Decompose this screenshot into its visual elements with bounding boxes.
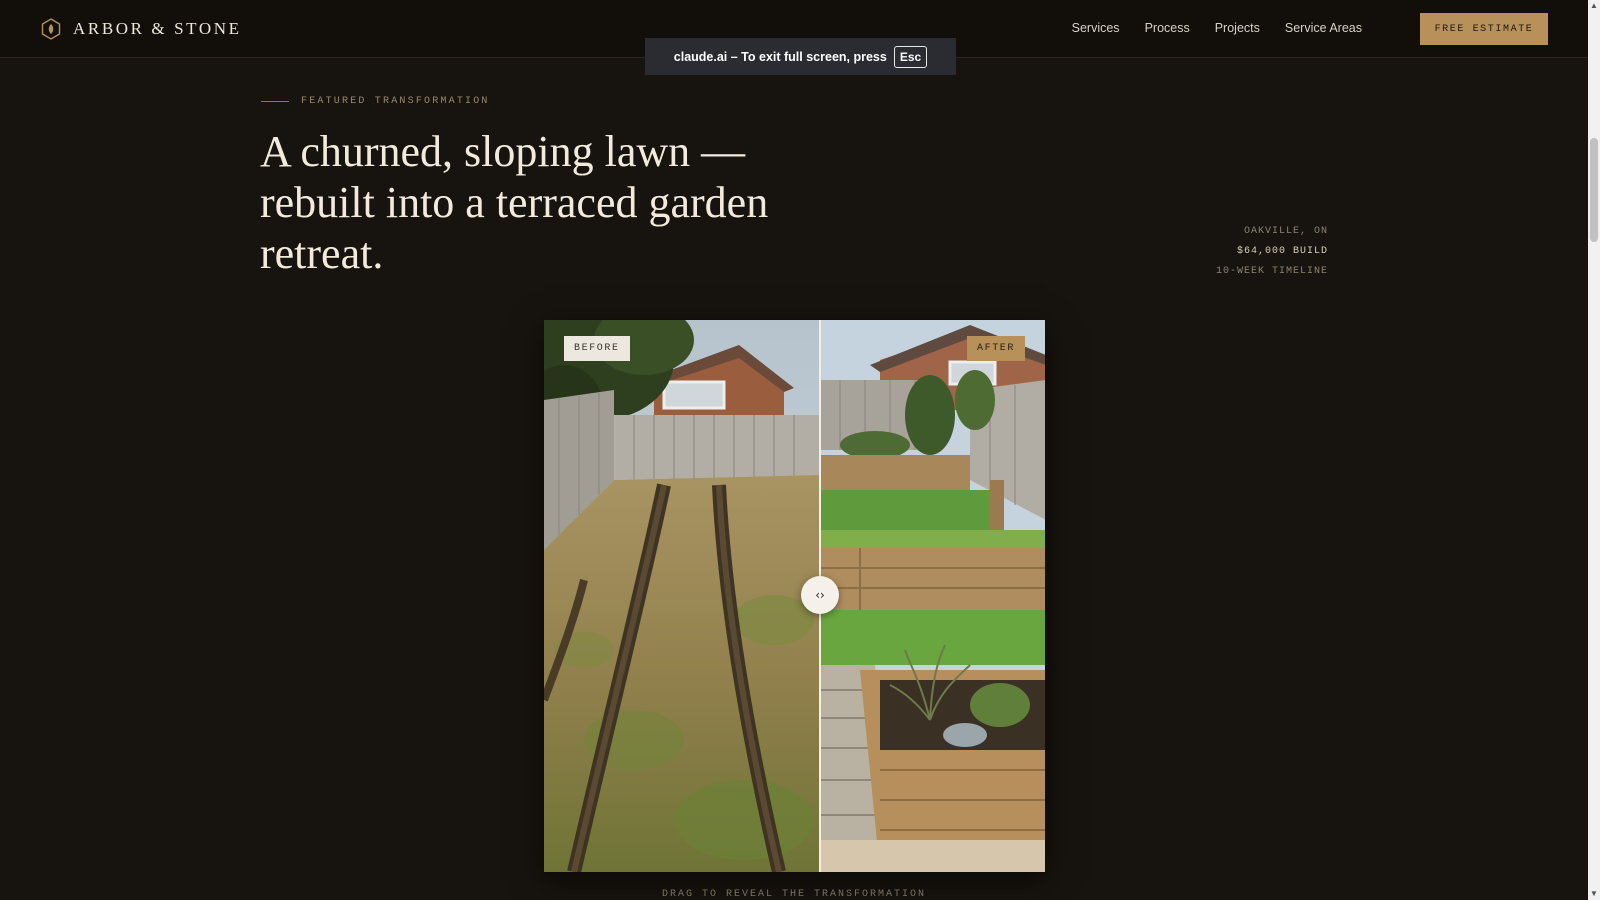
slider-handle[interactable]: ‹›	[801, 576, 839, 614]
page-scrollbar[interactable]: ▲ ▼	[1588, 0, 1600, 900]
before-image	[544, 320, 820, 872]
nav-services[interactable]: Services	[1072, 21, 1120, 35]
eyebrow-label: FEATURED TRANSFORMATION	[301, 96, 490, 107]
brand-logo[interactable]: ARBOR & STONE	[41, 18, 242, 40]
meta-timeline: 10-WEEK TIMELINE	[1215, 266, 1328, 277]
chevrons-left-right-icon: ‹›	[815, 588, 825, 602]
nav-projects[interactable]: Projects	[1215, 21, 1260, 35]
esc-key-hint: Esc	[893, 45, 928, 68]
fullscreen-notice-text: claude.ai – To exit full screen, press	[673, 49, 887, 64]
project-meta: OAKVILLE, ON $64,000 BUILD 10-WEEK TIMEL…	[1216, 222, 1328, 282]
meta-location: OAKVILLE, ON	[1243, 226, 1328, 237]
hexagon-leaf-icon	[41, 18, 61, 40]
slider-caption: DRAG TO REVEAL THE TRANSFORMATION	[661, 889, 927, 900]
before-badge: BEFORE	[564, 336, 630, 361]
fullscreen-notice: claude.ai – To exit full screen, press E…	[645, 38, 956, 75]
before-after-slider[interactable]	[544, 320, 1045, 872]
free-estimate-button[interactable]: FREE ESTIMATE	[1420, 13, 1548, 45]
meta-budget: $64,000 BUILD	[1236, 246, 1328, 257]
nav-process[interactable]: Process	[1145, 21, 1190, 35]
brand-name: ARBOR & STONE	[73, 19, 242, 38]
after-image	[820, 320, 1045, 872]
section-eyebrow: FEATURED TRANSFORMATION	[261, 96, 490, 107]
hero-headline: A churned, sloping lawn — rebuilt into a…	[260, 127, 769, 278]
scroll-up-arrow-icon[interactable]: ▲	[1588, 0, 1600, 12]
nav-service-areas[interactable]: Service Areas	[1285, 21, 1362, 35]
scroll-down-arrow-icon[interactable]: ▼	[1588, 888, 1600, 900]
eyebrow-rule	[261, 101, 289, 102]
after-badge: AFTER	[967, 336, 1026, 361]
scrollbar-thumb[interactable]	[1590, 138, 1598, 242]
main-nav: Services Process Projects Service Areas	[1072, 21, 1362, 35]
